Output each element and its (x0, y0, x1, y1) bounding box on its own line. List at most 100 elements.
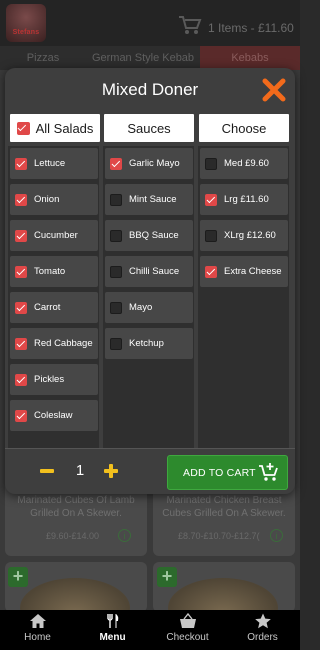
bottom-navigation: Home Menu Checkout Orders (0, 610, 300, 650)
nav-orders-label: Orders (247, 632, 278, 643)
option-label: Extra Cheese (224, 266, 282, 277)
choose-header: Choose (199, 114, 289, 142)
info-icon[interactable]: i (270, 529, 283, 542)
menu-item-price: £8.70-£10.70-£12.7( (178, 531, 260, 541)
option-garlic-mayo[interactable]: Garlic Mayo (105, 148, 193, 179)
checkbox[interactable] (205, 265, 217, 278)
option-label: Pickles (34, 374, 65, 385)
info-icon[interactable]: i (118, 529, 131, 542)
checkbox[interactable] (110, 193, 122, 206)
checkbox[interactable] (110, 301, 122, 314)
choose-label: Choose (221, 120, 267, 136)
cart-icon[interactable] (178, 14, 202, 36)
option-mint-sauce[interactable]: Mint Sauce (105, 184, 193, 215)
choose-column: Med £9.60 Lrg £11.60 XLrg £12.60 Extra C… (198, 146, 289, 448)
checkbox[interactable] (110, 337, 122, 350)
option-lettuce[interactable]: Lettuce (10, 148, 98, 179)
option-mayo[interactable]: Mayo (105, 292, 193, 323)
top-bar: Stefans 1 Items - £11.60 (0, 0, 300, 46)
checkbox[interactable] (15, 409, 27, 422)
option-label: Garlic Mayo (129, 158, 180, 169)
restaurant-logo: Stefans (6, 4, 46, 42)
checkbox[interactable] (205, 193, 217, 206)
option-size-med[interactable]: Med £9.60 (200, 148, 288, 179)
all-salads-checkbox[interactable] (16, 121, 30, 135)
option-label: Onion (34, 194, 60, 205)
tab-pizzas[interactable]: Pizzas (0, 46, 86, 70)
checkbox[interactable] (205, 157, 217, 170)
option-coleslaw[interactable]: Coleslaw (10, 400, 98, 431)
all-salads-label: All Salads (35, 120, 94, 136)
modal-title: Mixed Doner (101, 80, 199, 99)
checkbox[interactable] (15, 193, 27, 206)
checkbox[interactable] (15, 373, 27, 386)
option-label: Red Cabbage (34, 338, 93, 349)
add-to-cart-button[interactable]: ADD TO CART (167, 455, 288, 490)
add-to-cart-label: ADD TO CART (183, 466, 256, 479)
option-red-cabbage[interactable]: Red Cabbage (10, 328, 98, 359)
checkbox[interactable] (15, 301, 27, 314)
logo-text: Stefans (12, 29, 40, 36)
increase-quantity-icon[interactable] (103, 463, 119, 479)
quantity-value: 1 (75, 462, 85, 479)
option-label: BBQ Sauce (129, 230, 179, 241)
cart-summary[interactable]: 1 Items - £11.60 (208, 21, 294, 35)
category-tabs: Pizzas German Style Kebab Kebabs (0, 46, 300, 70)
nav-home-label: Home (24, 632, 51, 643)
option-size-xlrg[interactable]: XLrg £12.60 (200, 220, 288, 251)
tab-german-style-kebab[interactable]: German Style Kebab (86, 46, 200, 70)
checkbox[interactable] (15, 337, 27, 350)
nav-menu[interactable]: Menu (75, 610, 150, 650)
add-item-icon[interactable]: + (157, 567, 177, 587)
item-options-modal: Mixed Doner All Salads Sauces Choose Let… (5, 68, 295, 494)
option-tomato[interactable]: Tomato (10, 256, 98, 287)
modal-footer: 1 ADD TO CART (5, 448, 295, 494)
option-label: Coleslaw (34, 410, 73, 421)
option-chilli-sauce[interactable]: Chilli Sauce (105, 256, 193, 287)
checkbox[interactable] (110, 265, 122, 278)
option-pickles[interactable]: Pickles (10, 364, 98, 395)
nav-home[interactable]: Home (0, 610, 75, 650)
option-size-lrg[interactable]: Lrg £11.60 (200, 184, 288, 215)
cutlery-icon (106, 614, 118, 628)
sauces-label: Sauces (127, 120, 171, 136)
option-label: Ketchup (129, 338, 164, 349)
add-item-icon[interactable]: + (8, 567, 28, 587)
option-label: Med £9.60 (224, 158, 269, 169)
nav-checkout[interactable]: Checkout (150, 610, 225, 650)
nav-orders[interactable]: Orders (225, 610, 300, 650)
option-onion[interactable]: Onion (10, 184, 98, 215)
option-label: Mayo (129, 302, 153, 313)
menu-item-price: £9.60-£14.00 (46, 531, 100, 541)
sauces-header: Sauces (104, 114, 194, 142)
close-icon[interactable] (261, 77, 287, 103)
checkbox[interactable] (15, 157, 27, 170)
add-to-cart-icon (259, 463, 278, 481)
option-cucumber[interactable]: Cucumber (10, 220, 98, 251)
checkbox[interactable] (15, 229, 27, 242)
nav-checkout-label: Checkout (166, 632, 209, 643)
option-label: Carrot (34, 302, 61, 313)
option-ketchup[interactable]: Ketchup (105, 328, 193, 359)
menu-item-description: Marinated Cubes Of Lamb Grilled On A Ske… (17, 495, 135, 519)
decrease-quantity-icon[interactable] (39, 463, 55, 479)
checkbox[interactable] (205, 229, 217, 242)
menu-item-description: Marinated Chicken Breast Cubes Grilled O… (162, 495, 286, 519)
option-extra-cheese[interactable]: Extra Cheese (200, 256, 288, 287)
option-bbq-sauce[interactable]: BBQ Sauce (105, 220, 193, 251)
checkbox[interactable] (110, 229, 122, 242)
tab-kebabs[interactable]: Kebabs (200, 46, 300, 70)
nav-menu-label: Menu (99, 632, 126, 643)
option-label: XLrg £12.60 (224, 230, 276, 241)
basket-icon (179, 613, 196, 628)
option-label: Chilli Sauce (129, 266, 180, 277)
all-salads-toggle[interactable]: All Salads (10, 114, 100, 142)
star-icon (254, 613, 271, 629)
option-label: Lettuce (34, 158, 66, 169)
checkbox[interactable] (15, 265, 27, 278)
option-label: Cucumber (34, 230, 78, 241)
salads-column: Lettuce Onion Cucumber Tomato Carrot Red… (8, 146, 99, 448)
checkbox[interactable] (110, 157, 122, 170)
option-label: Lrg £11.60 (224, 194, 269, 205)
option-carrot[interactable]: Carrot (10, 292, 98, 323)
